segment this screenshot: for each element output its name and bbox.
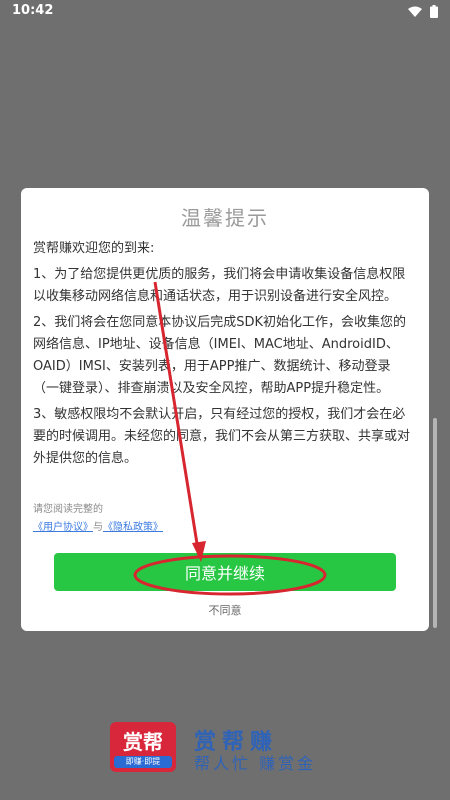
privacy-dialog: 温馨提示 赏帮赚欢迎您的到来: 1、为了给您提供更优质的服务，我们将会申请收集设… [21, 188, 437, 631]
dialog-scrollbar[interactable] [433, 418, 437, 628]
status-bar: 10:42 [0, 0, 450, 22]
dialog-title: 温馨提示 [181, 206, 269, 230]
brand-tagline: 帮人忙 赚赏金 [194, 754, 317, 773]
wifi-icon [408, 6, 422, 18]
privacy-policy-link[interactable]: 《隐私政策》 [103, 522, 163, 533]
agreement-links: 《用户协议》与《隐私政策》 [33, 518, 163, 533]
user-agreement-link[interactable]: 《用户协议》 [33, 522, 93, 533]
status-time: 10:42 [12, 3, 54, 18]
disagree-button[interactable]: 不同意 [21, 602, 429, 618]
brand-logo: 赏帮 即赚·即提 [110, 722, 176, 772]
dialog-greeting: 赏帮赚欢迎您的到来: [33, 241, 155, 256]
dialog-paragraph-2: 2、我们将会在您同意本协议后完成SDK初始化工作，会收集您的网络信息、IP地址、… [33, 315, 407, 396]
brand-logo-text: 赏帮 [123, 730, 163, 754]
dialog-paragraph-1: 1、为了给您提供更优质的服务，我们将会申请收集设备信息权限以收集移动网络信息和通… [33, 267, 406, 304]
read-hint: 请您阅读完整的 [33, 504, 103, 515]
brand-logo-sub: 即赚·即提 [114, 756, 172, 768]
dialog-body[interactable]: 赏帮赚欢迎您的到来: 1、为了给您提供更优质的服务，我们将会申请收集设备信息权限… [33, 238, 413, 474]
agree-continue-button[interactable]: 同意并继续 [54, 553, 396, 591]
battery-icon [430, 5, 438, 18]
status-icons [408, 5, 438, 18]
brand-footer: 赏帮 即赚·即提 赏帮赚 帮人忙 赚赏金 [110, 722, 350, 774]
link-joiner: 与 [93, 522, 103, 533]
dialog-paragraph-3: 3、敏感权限均不会默认开启，只有经过您的授权，我们才会在必要的时候调用。未经您的… [33, 407, 411, 466]
